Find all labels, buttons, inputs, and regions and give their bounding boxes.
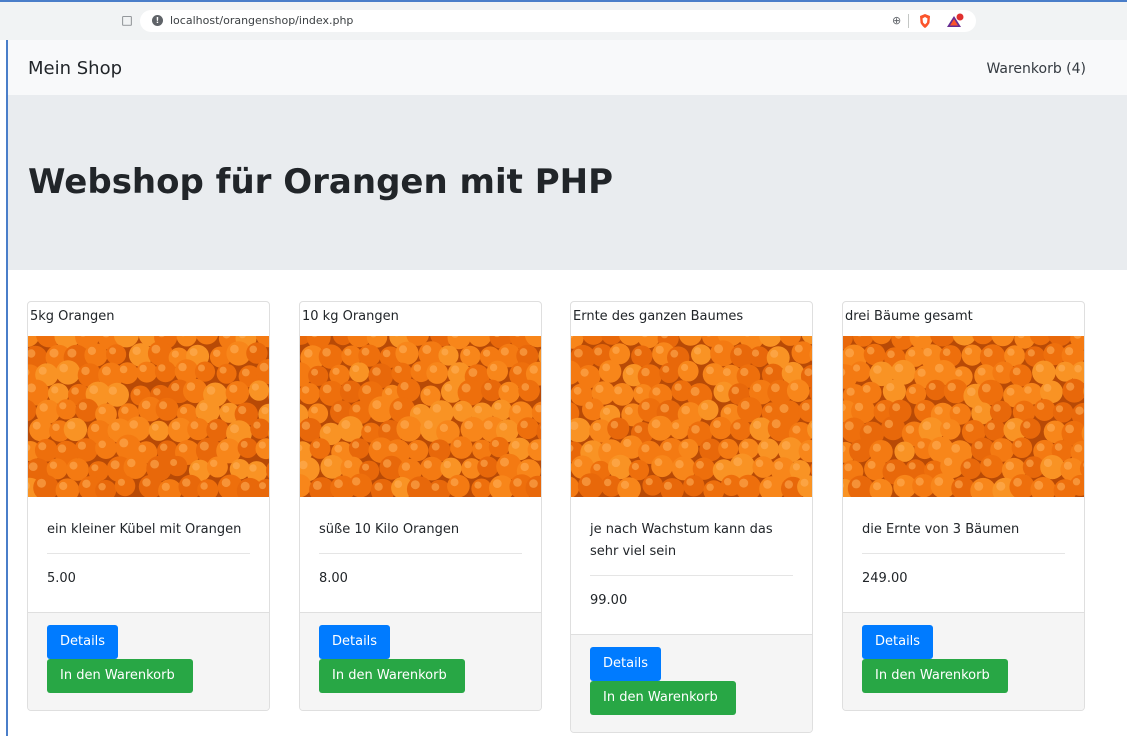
product-body: ein kleiner Kübel mit Orangen 5.00 (28, 497, 269, 612)
product-footer: Details In den Warenkorb (28, 612, 269, 710)
details-button[interactable]: Details (862, 625, 933, 659)
product-description: die Ernte von 3 Bäumen (862, 522, 1020, 537)
product-body: süße 10 Kilo Orangen 8.00 (300, 497, 541, 612)
browser-toolbar: □ ! localhost/orangenshop/index.php ⊕ (0, 0, 1127, 40)
product-image (843, 336, 1084, 497)
cart-link[interactable]: Warenkorb (4) (986, 60, 1086, 78)
details-button[interactable]: Details (590, 647, 661, 681)
details-button[interactable]: Details (47, 625, 118, 659)
product-header: 5kg Orangen (30, 309, 115, 324)
site-info-icon[interactable]: ! (152, 15, 163, 26)
product-footer: Details In den Warenkorb (571, 634, 812, 732)
product-body: je nach Wachstum kann das sehr viel sein… (571, 497, 812, 634)
bookmark-icon[interactable]: □ (121, 13, 133, 27)
product-footer: Details In den Warenkorb (843, 612, 1084, 710)
add-to-cart-button[interactable]: In den Warenkorb (590, 681, 736, 715)
navbar-brand[interactable]: Mein Shop (28, 58, 122, 80)
brave-rewards-icon[interactable] (946, 13, 964, 29)
product-image (300, 336, 541, 497)
product-header: Ernte des ganzen Baumes (573, 309, 744, 324)
product-header: drei Bäume gesamt (845, 309, 973, 324)
page-title: Webshop für Orangen mit PHP (28, 162, 613, 202)
product-price: 8.00 (319, 571, 348, 586)
address-separator (908, 14, 909, 28)
product-price: 99.00 (590, 593, 628, 608)
product-description: süße 10 Kilo Orangen (319, 522, 460, 537)
add-to-cart-button[interactable]: In den Warenkorb (319, 659, 465, 693)
product-card: 5kg Orangen ein kleiner Kübel mit Orange… (27, 301, 270, 711)
zoom-icon[interactable]: ⊕ (892, 13, 901, 29)
add-to-cart-button[interactable]: In den Warenkorb (862, 659, 1008, 693)
product-price: 5.00 (47, 571, 76, 586)
product-card: Ernte des ganzen Baumes je nach Wachstum… (570, 301, 813, 733)
product-description: je nach Wachstum kann das sehr viel sein (590, 522, 773, 559)
product-card: drei Bäume gesamt die Ernte von 3 Bäumen… (842, 301, 1085, 711)
product-price: 249.00 (862, 571, 908, 586)
details-button[interactable]: Details (319, 625, 390, 659)
brave-shield-icon[interactable] (918, 13, 932, 29)
navbar: Mein Shop Warenkorb (4) (8, 40, 1127, 95)
address-bar[interactable]: ! localhost/orangenshop/index.php ⊕ (140, 10, 976, 32)
url-text[interactable]: localhost/orangenshop/index.php (170, 13, 353, 29)
product-body: die Ernte von 3 Bäumen 249.00 (843, 497, 1084, 612)
product-header: 10 kg Orangen (302, 309, 399, 324)
page-viewport: Mein Shop Warenkorb (4) Webshop für Oran… (6, 40, 1127, 736)
add-to-cart-button[interactable]: In den Warenkorb (47, 659, 193, 693)
hero-banner: Webshop für Orangen mit PHP (8, 95, 1127, 270)
product-image (28, 336, 269, 497)
product-image (571, 336, 812, 497)
product-card: 10 kg Orangen süße 10 Kilo Orangen 8.00 … (299, 301, 542, 711)
product-description: ein kleiner Kübel mit Orangen (47, 522, 242, 537)
product-footer: Details In den Warenkorb (300, 612, 541, 710)
